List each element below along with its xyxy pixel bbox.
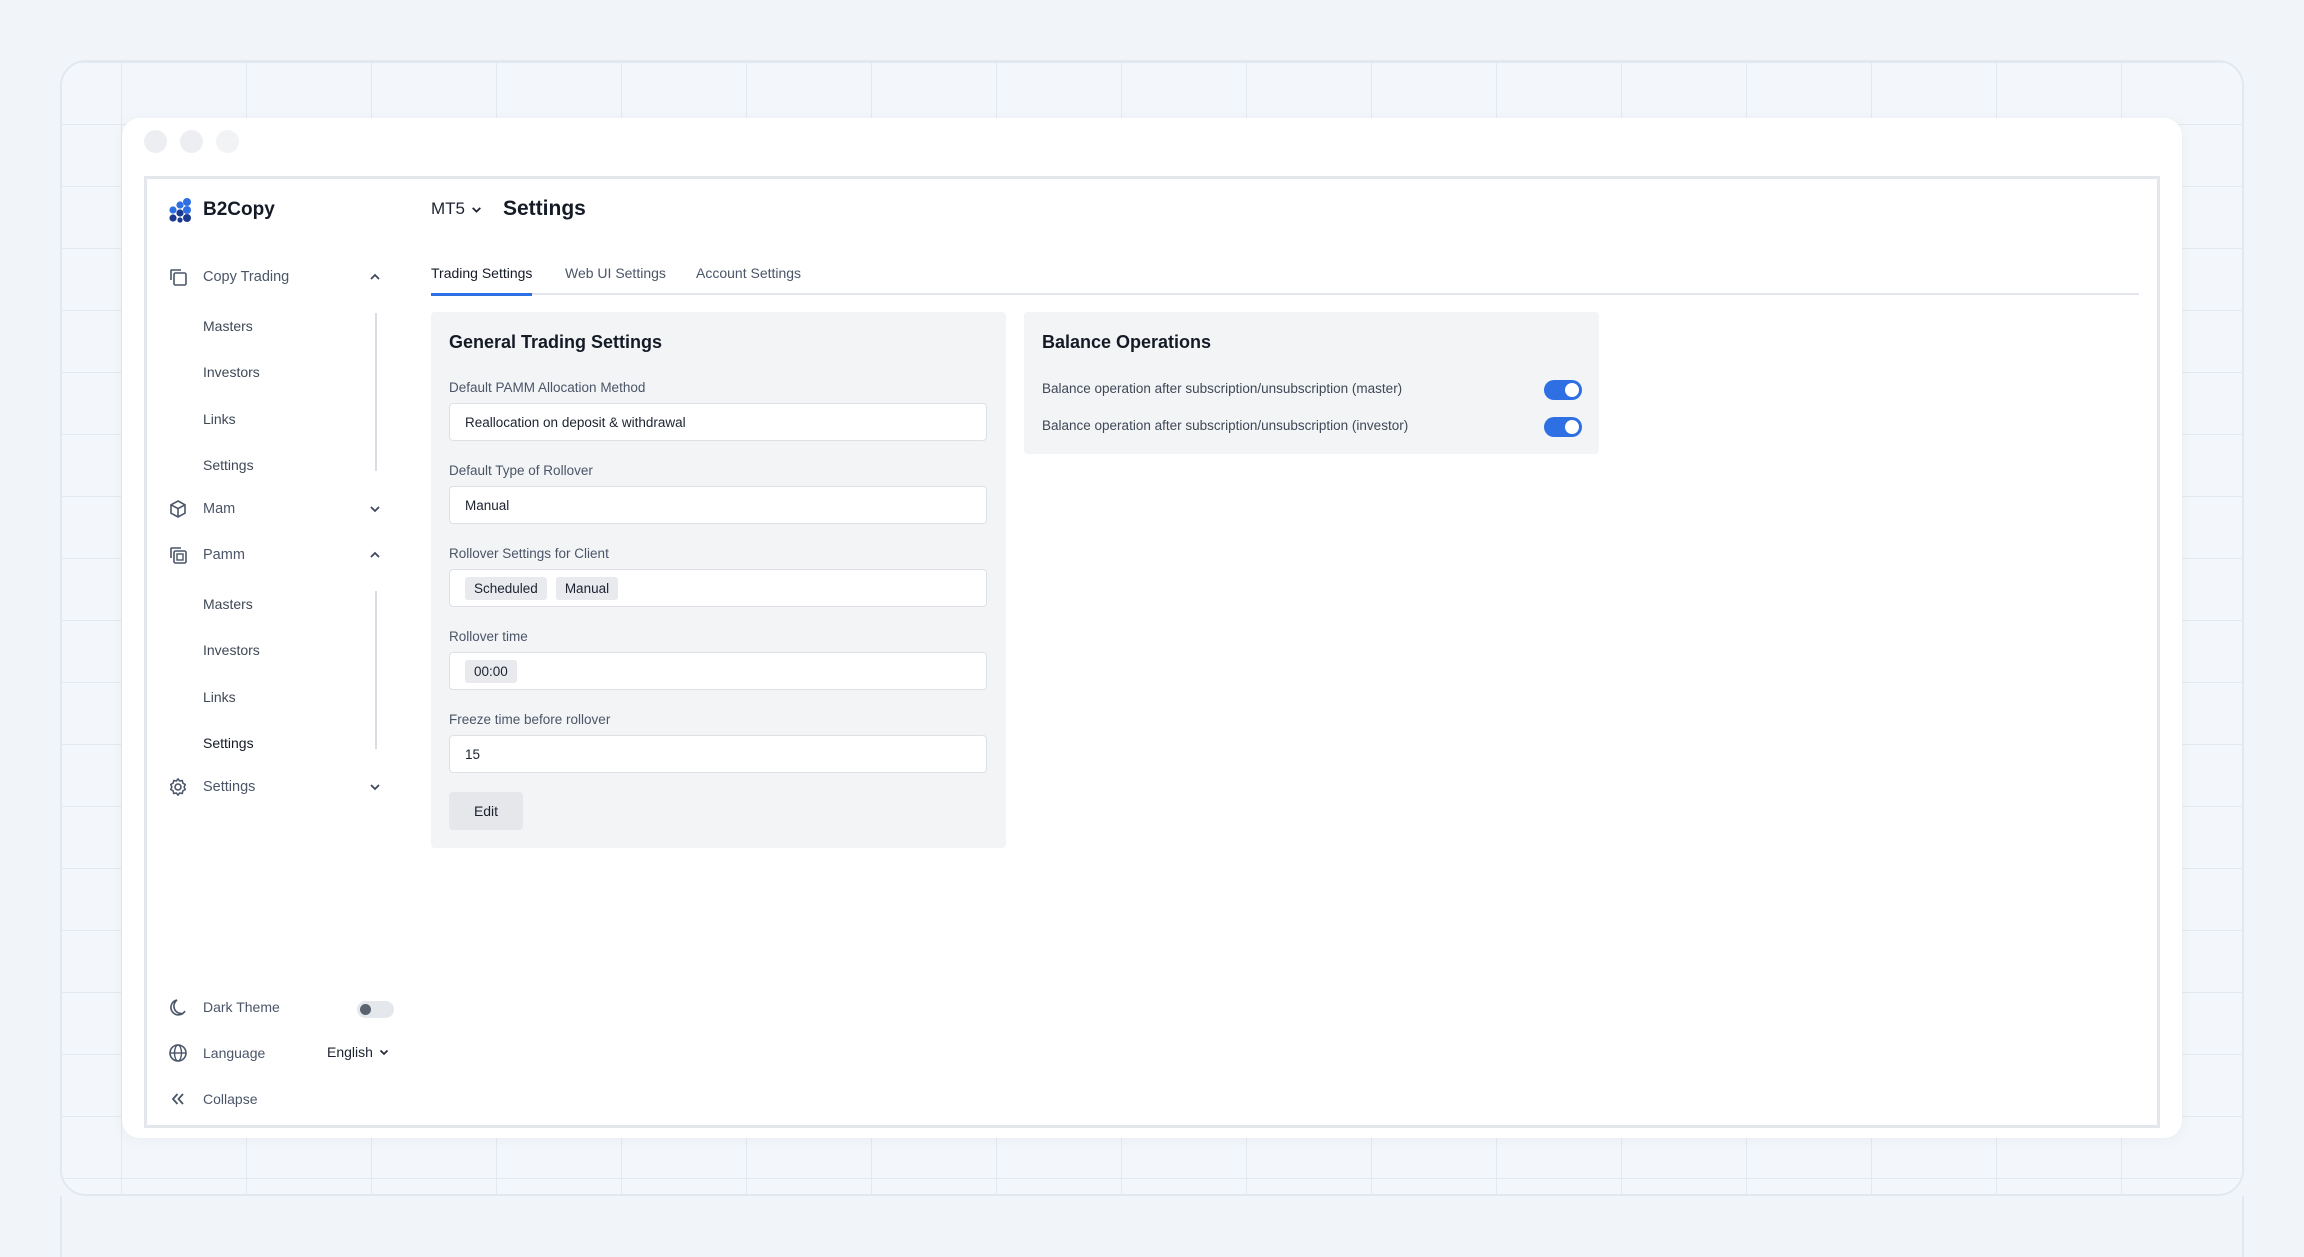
sidebar-item-pamm-investors[interactable]: Investors	[203, 642, 260, 658]
page-title: Settings	[503, 197, 586, 220]
allocation-value: Reallocation on deposit & withdrawal	[465, 414, 686, 430]
freeze-time-value: 15	[465, 746, 481, 762]
balance-row-label: Balance operation after subscription/uns…	[1042, 381, 1403, 396]
balance-master-toggle[interactable]	[1544, 380, 1582, 400]
card-title: Balance Operations	[1042, 332, 1212, 352]
dark-theme-row: Dark Theme	[167, 993, 397, 1021]
rollover-time-label: Rollover time	[449, 629, 528, 644]
sidebar: B2Copy Copy Trading Masters Investors Li…	[147, 179, 397, 1125]
moon-icon	[167, 996, 189, 1018]
gear-icon	[167, 776, 189, 798]
balance-row-investor: Balance operation after subscription/uns…	[1042, 415, 1582, 439]
language-value: English	[327, 1044, 373, 1060]
tag-chip: Scheduled	[465, 576, 547, 600]
dark-theme-toggle[interactable]	[357, 1001, 394, 1018]
sidebar-item-pamm-settings[interactable]: Settings	[203, 735, 254, 751]
backdrop: B2Copy Copy Trading Masters Investors Li…	[0, 0, 2304, 1257]
rollover-type-label: Default Type of Rollover	[449, 463, 593, 478]
main-content: MT5 Settings Trading Settings Web UI Set…	[431, 179, 2157, 1125]
freeze-time-label: Freeze time before rollover	[449, 712, 611, 727]
nav-group-mam[interactable]: Mam	[167, 494, 382, 524]
balance-row-master: Balance operation after subscription/uns…	[1042, 378, 1582, 402]
brand[interactable]: B2Copy	[167, 197, 275, 223]
chevron-down-icon[interactable]	[368, 502, 382, 516]
chevron-down-icon	[379, 1049, 388, 1056]
tab-account-settings[interactable]: Account Settings	[696, 265, 801, 293]
sidebar-item-copy-investors[interactable]: Investors	[203, 364, 260, 380]
edit-button[interactable]: Edit	[449, 792, 523, 830]
submenu-guide-line	[375, 313, 377, 471]
brand-name: B2Copy	[203, 199, 275, 220]
app-frame: B2Copy Copy Trading Masters Investors Li…	[144, 176, 2160, 1128]
window-dot-close[interactable]	[144, 130, 167, 153]
client-rollover-field[interactable]: Scheduled Manual	[449, 569, 987, 607]
rollover-type-value: Manual	[465, 497, 510, 513]
box-icon	[167, 498, 189, 520]
copy-icon	[167, 266, 189, 288]
tab-trading-settings[interactable]: Trading Settings	[431, 265, 533, 296]
window-dot-minimize[interactable]	[180, 130, 203, 153]
rollover-type-field[interactable]: Manual	[449, 486, 987, 524]
balance-row-label: Balance operation after subscription/uns…	[1042, 418, 1409, 433]
nav-group-settings[interactable]: Settings	[167, 772, 382, 802]
tag-chip: Manual	[555, 576, 619, 600]
app-window: B2Copy Copy Trading Masters Investors Li…	[122, 118, 2182, 1138]
server-value: MT5	[431, 199, 465, 218]
sidebar-item-copy-settings[interactable]: Settings	[203, 457, 254, 473]
language-row: Language English	[167, 1039, 397, 1067]
freeze-time-field[interactable]: 15	[449, 735, 987, 773]
nav-group-label: Settings	[203, 779, 256, 795]
window-dot-maximize[interactable]	[216, 130, 239, 153]
sidebar-item-copy-masters[interactable]: Masters	[203, 318, 253, 334]
brand-logo-icon	[169, 198, 191, 223]
dark-theme-label: Dark Theme	[203, 999, 280, 1015]
allocation-field[interactable]: Reallocation on deposit & withdrawal	[449, 403, 987, 441]
collapse-button[interactable]: Collapse	[167, 1085, 257, 1113]
sidebar-item-pamm-masters[interactable]: Masters	[203, 596, 253, 612]
balance-investor-toggle[interactable]	[1544, 417, 1582, 437]
chevron-up-icon[interactable]	[368, 548, 382, 562]
double-chevron-left-icon	[167, 1088, 189, 1110]
client-rollover-label: Rollover Settings for Client	[449, 546, 609, 561]
globe-icon	[167, 1042, 189, 1064]
allocation-label: Default PAMM Allocation Method	[449, 380, 646, 395]
chevron-up-icon[interactable]	[368, 270, 382, 284]
general-trading-settings-card: General Trading Settings Default PAMM Al…	[431, 312, 1006, 848]
language-label: Language	[203, 1045, 266, 1061]
language-select[interactable]: English	[327, 1044, 390, 1060]
chevron-down-icon	[472, 206, 481, 213]
time-chip: 00:00	[465, 659, 517, 683]
chevron-down-icon[interactable]	[368, 780, 382, 794]
balance-operations-card: Balance Operations Balance operation aft…	[1024, 312, 1599, 454]
card-title: General Trading Settings	[449, 332, 663, 352]
nav-group-label: Copy Trading	[203, 269, 290, 285]
settings-tabs: Trading Settings Web UI Settings Account…	[431, 259, 2139, 296]
nav-group-label: Mam	[203, 501, 236, 517]
window-controls	[144, 130, 239, 153]
nav-group-copy-trading[interactable]: Copy Trading	[167, 262, 382, 292]
tab-web-ui-settings[interactable]: Web UI Settings	[565, 265, 666, 293]
sidebar-item-copy-links[interactable]: Links	[203, 411, 236, 427]
nav-group-pamm[interactable]: Pamm	[167, 540, 382, 570]
submenu-guide-line	[375, 591, 377, 749]
nav-group-label: Pamm	[203, 547, 245, 563]
page-header: MT5 Settings	[431, 197, 586, 221]
sidebar-item-pamm-links[interactable]: Links	[203, 689, 236, 705]
collapse-label: Collapse	[203, 1091, 258, 1107]
grid-frame-extension	[60, 1196, 2244, 1257]
copy-stack-icon	[167, 544, 189, 566]
server-select[interactable]: MT5	[431, 199, 483, 219]
rollover-time-field[interactable]: 00:00	[449, 652, 987, 690]
